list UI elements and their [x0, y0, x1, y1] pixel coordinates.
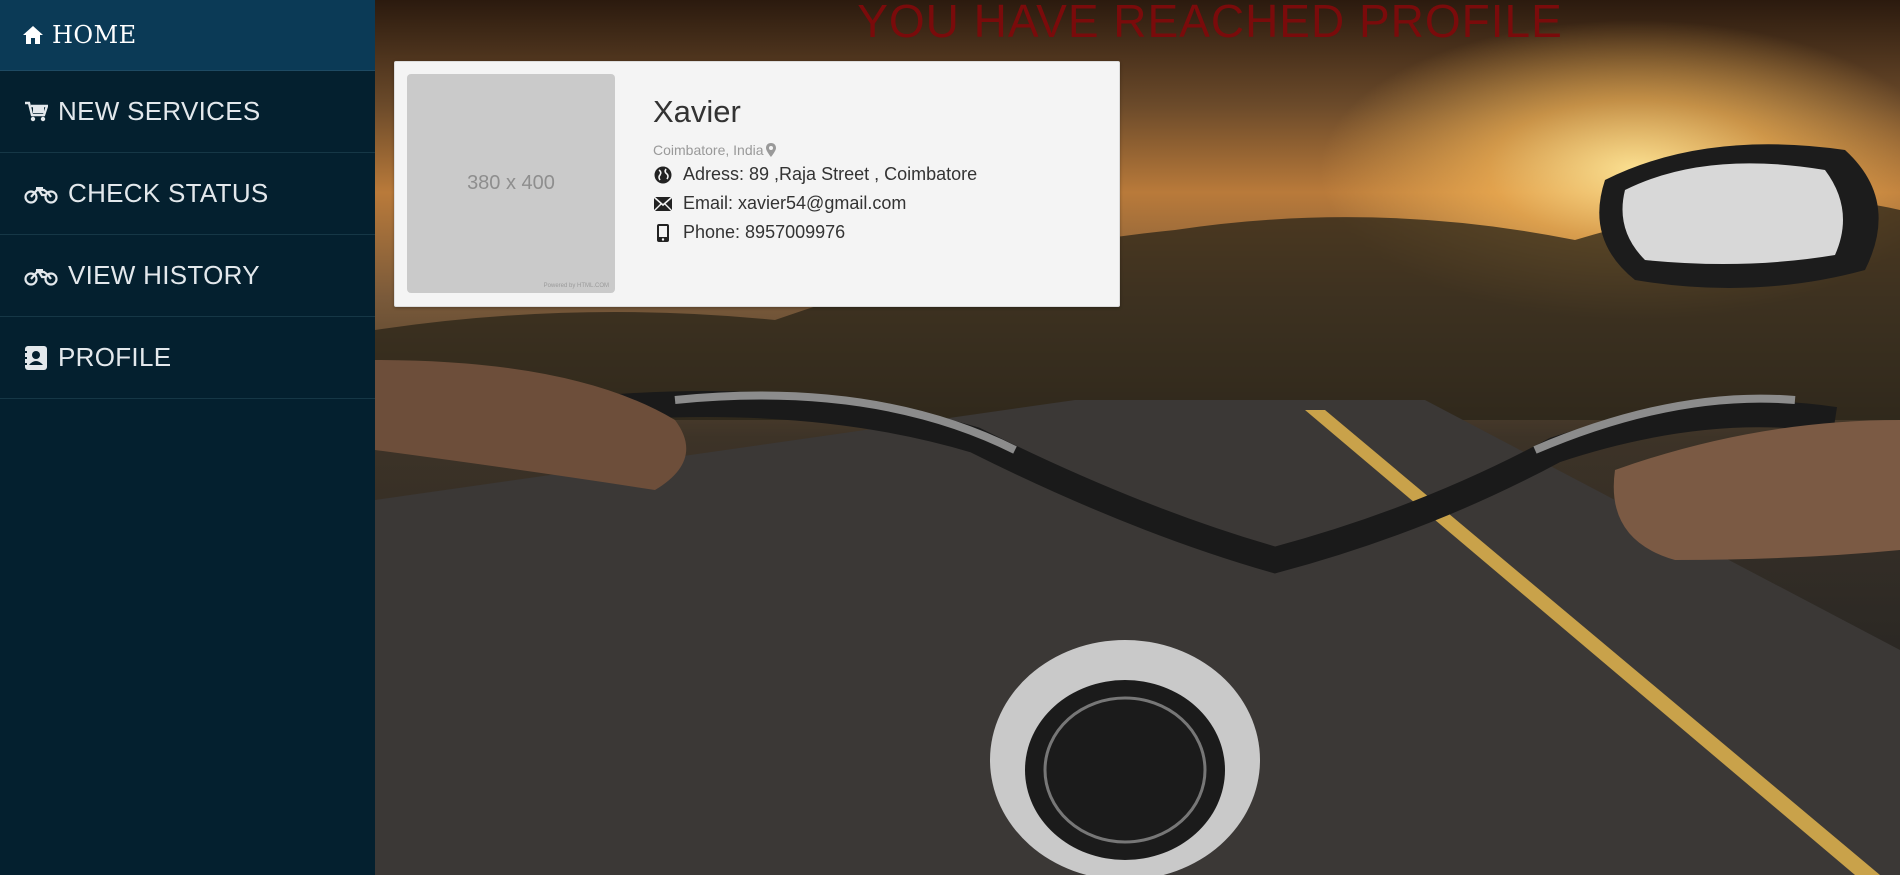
- nav-item-label: PROFILE: [58, 342, 172, 372]
- nav-item-label: NEW SERVICES: [58, 96, 261, 126]
- profile-name: Xavier: [653, 94, 741, 129]
- contact-card-icon: [24, 345, 48, 371]
- phone-text: Phone: 8957009976: [683, 222, 846, 242]
- avatar-credit: Powered by HTML.COM: [543, 283, 609, 289]
- email-text: Email: xavier54@gmail.com: [683, 193, 907, 213]
- avatar: 380 x 400 Powered by HTML.COM: [407, 74, 615, 293]
- phone-icon: [653, 223, 673, 242]
- nav-home-label: HOME: [52, 21, 137, 49]
- nav-item-label: VIEW HISTORY: [68, 260, 260, 290]
- sidebar: HOME NEW SERVICES CHECK STATUS VIEW HIST…: [0, 0, 375, 875]
- profile-info: Xavier Coimbatore, India Adress: 89 ,Raj…: [653, 94, 977, 251]
- avatar-placeholder-text: 380 x 400: [467, 172, 555, 194]
- profile-phone: Phone: 8957009976: [653, 222, 977, 243]
- profile-card: 380 x 400 Powered by HTML.COM Xavier Coi…: [394, 61, 1120, 307]
- main-content: YOU HAVE REACHED PROFILE 380 x 400 Power…: [375, 0, 1900, 875]
- nav-item-label: CHECK STATUS: [68, 178, 269, 208]
- profile-location: Coimbatore, India: [653, 142, 977, 158]
- nav-item-view-history[interactable]: VIEW HISTORY: [0, 235, 375, 317]
- map-marker-icon: [765, 143, 776, 157]
- page-title: YOU HAVE REACHED PROFILE: [857, 0, 1563, 47]
- nav-item-new-services[interactable]: NEW SERVICES: [0, 71, 375, 153]
- globe-icon: [653, 166, 673, 184]
- profile-address: Adress: 89 ,Raja Street , Coimbatore: [653, 164, 977, 185]
- address-text: Adress: 89 ,Raja Street , Coimbatore: [683, 164, 978, 184]
- nav-item-profile[interactable]: PROFILE: [0, 317, 375, 399]
- nav-item-check-status[interactable]: CHECK STATUS: [0, 153, 375, 235]
- location-text: Coimbatore, India: [653, 142, 764, 158]
- nav-home[interactable]: HOME: [0, 0, 375, 71]
- cart-icon: [24, 101, 48, 123]
- motorcycle-icon: [24, 266, 58, 286]
- motorcycle-icon: [24, 184, 58, 204]
- profile-email: Email: xavier54@gmail.com: [653, 193, 977, 214]
- envelope-icon: [653, 196, 673, 211]
- home-icon: [22, 25, 44, 45]
